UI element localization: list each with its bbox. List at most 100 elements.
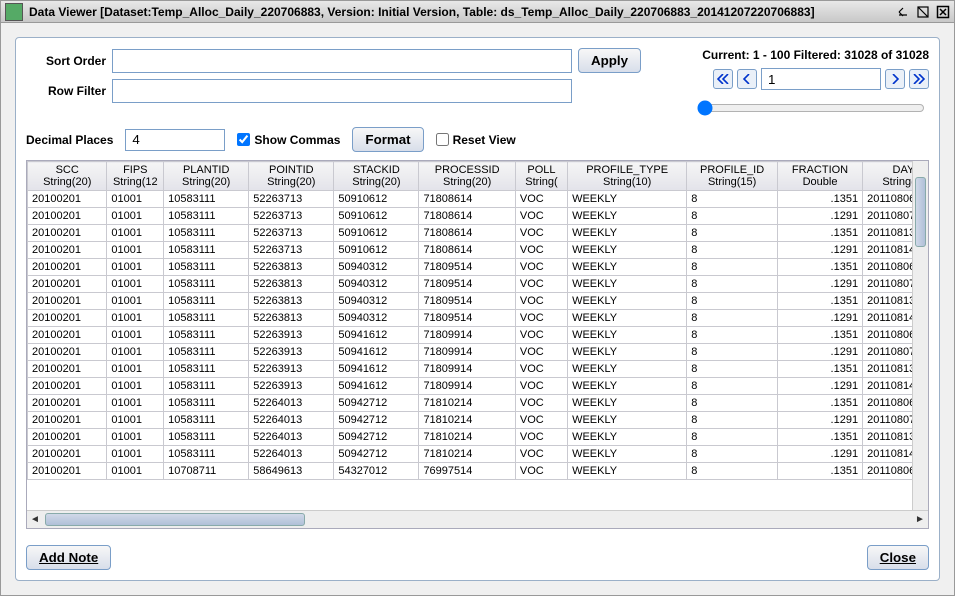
table-cell: WEEKLY bbox=[568, 225, 687, 242]
table-cell: 50940312 bbox=[334, 259, 419, 276]
table-row[interactable]: 2010020101001105831115226381350940312718… bbox=[28, 293, 929, 310]
table-cell: VOC bbox=[515, 446, 567, 463]
table-row[interactable]: 2010020101001105831115226401350942712718… bbox=[28, 412, 929, 429]
table-row[interactable]: 2010020101001105831115226381350940312718… bbox=[28, 310, 929, 327]
column-header[interactable]: POLLString( bbox=[515, 162, 567, 191]
table-cell: VOC bbox=[515, 293, 567, 310]
table-cell: 10583111 bbox=[164, 293, 249, 310]
table-row[interactable]: 2010020101001105831115226381350940312718… bbox=[28, 259, 929, 276]
table-row[interactable]: 2010020101001105831115226391350941612718… bbox=[28, 378, 929, 395]
table-cell: 50941612 bbox=[334, 344, 419, 361]
table-cell: 10583111 bbox=[164, 361, 249, 378]
hscroll-thumb[interactable] bbox=[45, 513, 305, 526]
row-filter-input[interactable] bbox=[112, 79, 572, 103]
reset-view-checkbox[interactable]: Reset View bbox=[436, 133, 516, 147]
table-cell: 8 bbox=[687, 412, 778, 429]
reset-view-label: Reset View bbox=[453, 133, 516, 147]
table-cell: 71809514 bbox=[419, 276, 515, 293]
app-icon bbox=[5, 3, 23, 21]
table-cell: WEEKLY bbox=[568, 276, 687, 293]
hscroll-left-arrow[interactable]: ◄ bbox=[28, 512, 42, 526]
column-header[interactable]: SCCString(20) bbox=[28, 162, 107, 191]
table-row[interactable]: 2010020101001105831115226371350910612718… bbox=[28, 208, 929, 225]
table-cell: 52263913 bbox=[249, 327, 334, 344]
table-cell: 50941612 bbox=[334, 378, 419, 395]
add-note-button[interactable]: Add Note bbox=[26, 545, 111, 570]
prev-page-button[interactable] bbox=[737, 69, 757, 89]
table-cell: 52263813 bbox=[249, 259, 334, 276]
first-page-button[interactable] bbox=[713, 69, 733, 89]
table-cell: 52263913 bbox=[249, 378, 334, 395]
table-cell: 71810214 bbox=[419, 446, 515, 463]
last-page-button[interactable] bbox=[909, 69, 929, 89]
maximize-icon[interactable] bbox=[916, 5, 930, 19]
column-header[interactable]: POINTIDString(20) bbox=[249, 162, 334, 191]
table-cell: 20100201 bbox=[28, 361, 107, 378]
horizontal-scrollbar[interactable]: ◄ ► bbox=[27, 510, 928, 528]
table-cell: VOC bbox=[515, 208, 567, 225]
hscroll-right-arrow[interactable]: ► bbox=[913, 512, 927, 526]
column-header[interactable]: STACKIDString(20) bbox=[334, 162, 419, 191]
table-cell: 8 bbox=[687, 276, 778, 293]
table-cell: 50910612 bbox=[334, 225, 419, 242]
table-cell: WEEKLY bbox=[568, 344, 687, 361]
table-cell: 10583111 bbox=[164, 259, 249, 276]
table-row[interactable]: 2010020101001105831115226371350910612718… bbox=[28, 191, 929, 208]
table-cell: 20100201 bbox=[28, 242, 107, 259]
table-row[interactable]: 2010020101001105831115226371350910612718… bbox=[28, 225, 929, 242]
table-cell: 10708711 bbox=[164, 463, 249, 480]
reset-view-input[interactable] bbox=[436, 133, 449, 146]
table-row[interactable]: 2010020101001107087115864961354327012769… bbox=[28, 463, 929, 480]
column-header[interactable]: FIPSString(12 bbox=[107, 162, 164, 191]
vscroll-thumb[interactable] bbox=[915, 177, 926, 247]
table-row[interactable]: 2010020101001105831115226391350941612718… bbox=[28, 327, 929, 344]
sort-order-input[interactable] bbox=[112, 49, 572, 73]
table-cell: 10583111 bbox=[164, 395, 249, 412]
column-header[interactable]: PLANTIDString(20) bbox=[164, 162, 249, 191]
page-slider[interactable] bbox=[697, 100, 925, 116]
table-cell: 20100201 bbox=[28, 378, 107, 395]
main-panel: Sort Order Apply Row Filter Current: 1 -… bbox=[15, 37, 940, 581]
table-cell: 71809914 bbox=[419, 344, 515, 361]
table-row[interactable]: 2010020101001105831115226391350941612718… bbox=[28, 344, 929, 361]
table-cell: 20100201 bbox=[28, 463, 107, 480]
close-button[interactable]: Close bbox=[867, 545, 929, 570]
show-commas-checkbox[interactable]: Show Commas bbox=[237, 133, 340, 147]
apply-button[interactable]: Apply bbox=[578, 48, 641, 73]
table-cell: 10583111 bbox=[164, 378, 249, 395]
row-filter-label: Row Filter bbox=[26, 84, 106, 98]
close-icon[interactable] bbox=[936, 5, 950, 19]
vertical-scrollbar[interactable] bbox=[912, 161, 928, 510]
column-header[interactable]: FRACTIONDouble bbox=[777, 162, 862, 191]
minimize-icon[interactable] bbox=[896, 5, 910, 19]
table-cell: 71808614 bbox=[419, 208, 515, 225]
table-cell: 8 bbox=[687, 293, 778, 310]
show-commas-input[interactable] bbox=[237, 133, 250, 146]
table-cell: 8 bbox=[687, 225, 778, 242]
column-header[interactable]: PROFILE_TYPEString(10) bbox=[568, 162, 687, 191]
table-cell: 50941612 bbox=[334, 327, 419, 344]
next-page-button[interactable] bbox=[885, 69, 905, 89]
table-cell: .1291 bbox=[777, 276, 862, 293]
format-button[interactable]: Format bbox=[352, 127, 423, 152]
table-row[interactable]: 2010020101001105831115226391350941612718… bbox=[28, 361, 929, 378]
column-header[interactable]: PROFILE_IDString(15) bbox=[687, 162, 778, 191]
table-row[interactable]: 2010020101001105831115226371350910612718… bbox=[28, 242, 929, 259]
table-row[interactable]: 2010020101001105831115226401350942712718… bbox=[28, 429, 929, 446]
table-row[interactable]: 2010020101001105831115226401350942712718… bbox=[28, 395, 929, 412]
table-row[interactable]: 2010020101001105831115226381350940312718… bbox=[28, 276, 929, 293]
table-row[interactable]: 2010020101001105831115226401350942712718… bbox=[28, 446, 929, 463]
table-cell: 01001 bbox=[107, 378, 164, 395]
table-cell: 01001 bbox=[107, 310, 164, 327]
table-cell: 10583111 bbox=[164, 429, 249, 446]
table-cell: 01001 bbox=[107, 208, 164, 225]
table-cell: .1351 bbox=[777, 259, 862, 276]
page-input[interactable] bbox=[761, 68, 881, 90]
table-cell: VOC bbox=[515, 276, 567, 293]
table-cell: 01001 bbox=[107, 293, 164, 310]
table-cell: WEEKLY bbox=[568, 446, 687, 463]
table-cell: WEEKLY bbox=[568, 412, 687, 429]
table-cell: VOC bbox=[515, 378, 567, 395]
decimal-places-input[interactable] bbox=[125, 129, 225, 151]
column-header[interactable]: PROCESSIDString(20) bbox=[419, 162, 515, 191]
